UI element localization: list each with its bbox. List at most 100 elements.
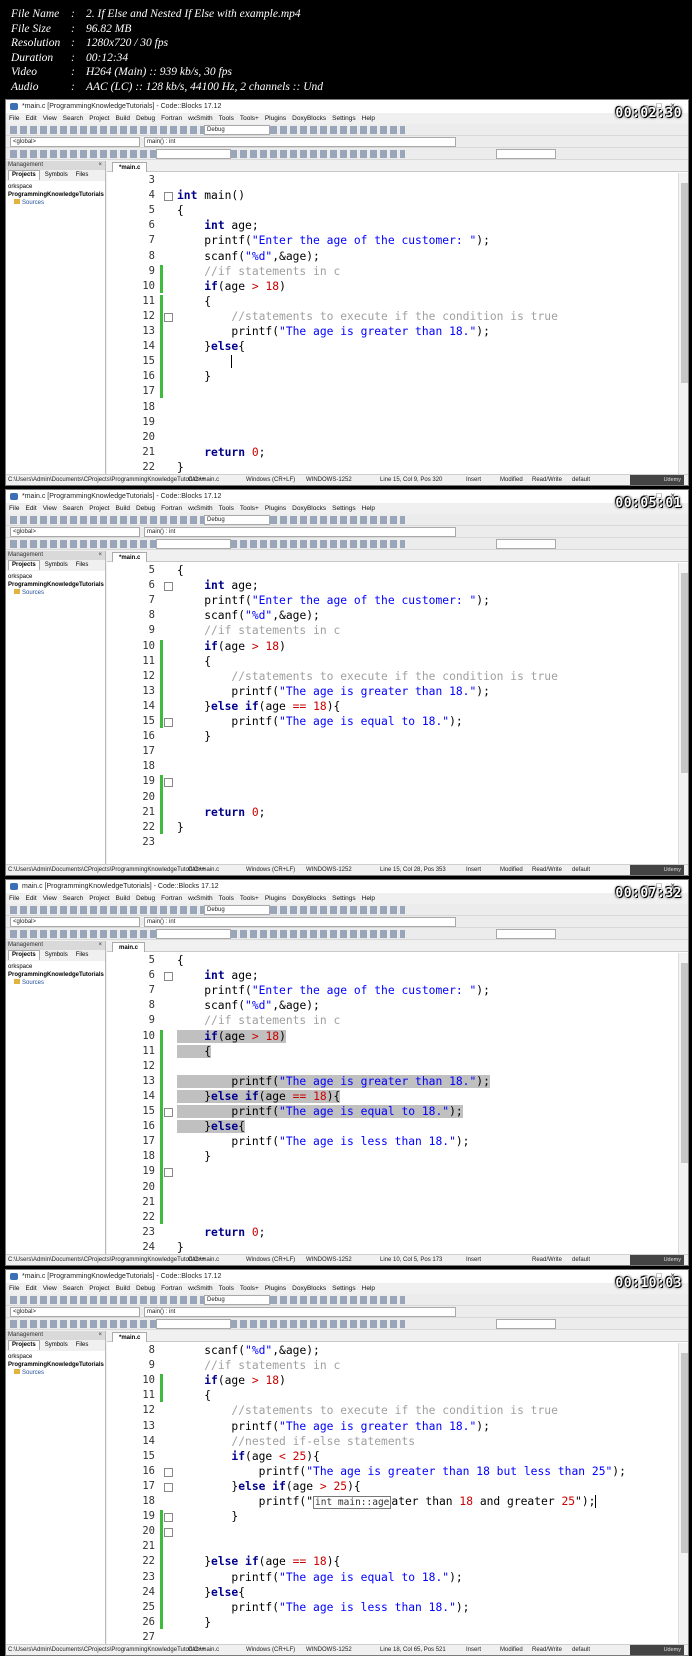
jump-field[interactable] [496,929,556,939]
project-node[interactable]: ProgrammingKnowledgeTutorials [8,1361,104,1369]
tab-projects[interactable]: Projects [8,1340,40,1350]
build-target-select[interactable]: Debug [204,1295,270,1305]
close-icon[interactable]: × [98,1331,102,1340]
fold-marker-icon[interactable] [164,1467,173,1477]
menu-item[interactable]: Debug [136,503,155,514]
menu-item[interactable]: Search [63,1283,84,1294]
menu-item[interactable]: Search [63,113,84,124]
tab-files[interactable]: Files [73,170,92,181]
menu-item[interactable]: Tools+ [240,113,259,124]
menu-item[interactable]: Plugins [265,1283,286,1294]
menu-item[interactable]: Edit [25,893,36,904]
tab-symbols[interactable]: Symbols [42,560,71,571]
menu-item[interactable]: Project [89,503,109,514]
search-field[interactable] [156,149,231,159]
fold-marker-icon[interactable] [164,1108,173,1117]
vertical-scrollbar[interactable] [678,953,688,1256]
menu-item[interactable]: wxSmith [188,893,213,904]
workspace-node[interactable]: orkspace [8,1353,103,1361]
jump-field[interactable] [496,1319,556,1329]
menu-item[interactable]: DoxyBlocks [292,893,326,904]
fold-marker-icon[interactable] [164,1513,173,1523]
code-area[interactable]: 5 {6 int age; 7 printf("Enter the age of t… [107,563,677,866]
fold-marker-icon[interactable] [164,718,173,727]
vertical-scrollbar[interactable] [678,563,688,866]
build-target-select[interactable]: Debug [204,515,270,525]
jump-field[interactable] [496,149,556,159]
menu-item[interactable]: Settings [332,503,356,514]
menu-item[interactable]: Plugins [265,893,286,904]
menu-item[interactable]: DoxyBlocks [292,503,326,514]
menu-item[interactable]: wxSmith [188,1283,213,1294]
menu-item[interactable]: Debug [136,1283,155,1294]
menu-item[interactable]: View [43,503,57,514]
search-field[interactable] [156,1319,231,1329]
search-field[interactable] [156,929,231,939]
menu-item[interactable]: Help [362,503,375,514]
scrollbar-thumb[interactable] [681,573,688,773]
menu-item[interactable]: File [9,503,19,514]
function-select[interactable]: main() : int [144,1307,456,1317]
fold-marker-icon[interactable] [164,1482,173,1492]
code-area[interactable]: 8 scanf("%d",&age); 9 //if statements in … [107,1343,677,1646]
menu-item[interactable]: Plugins [265,113,286,124]
menu-item[interactable]: Tools [219,893,234,904]
scope-select[interactable]: <global> [10,917,140,927]
menu-item[interactable]: View [43,113,57,124]
search-field[interactable] [156,539,231,549]
fold-marker-icon[interactable] [164,1528,173,1538]
tab-files[interactable]: Files [73,1340,92,1351]
menu-item[interactable]: wxSmith [188,503,213,514]
menu-item[interactable]: Debug [136,113,155,124]
tab-projects[interactable]: Projects [8,950,40,960]
fold-marker-icon[interactable] [164,778,173,788]
menu-item[interactable]: DoxyBlocks [292,113,326,124]
menu-item[interactable]: Help [362,1283,375,1294]
scrollbar-thumb[interactable] [681,183,688,383]
menu-item[interactable]: Plugins [265,503,286,514]
workspace-node[interactable]: orkspace [8,963,103,971]
menu-item[interactable]: Help [362,113,375,124]
menu-item[interactable]: Tools [219,503,234,514]
menu-item[interactable]: Search [63,893,84,904]
file-tab[interactable]: main.c [112,942,146,952]
menu-item[interactable]: Project [89,893,109,904]
tab-symbols[interactable]: Symbols [42,170,71,181]
close-icon[interactable]: × [98,551,102,560]
function-select[interactable]: main() : int [144,527,456,537]
workspace-node[interactable]: orkspace [8,573,103,581]
file-tab[interactable]: *main.c [112,1332,148,1342]
menu-item[interactable]: File [9,893,19,904]
fold-marker-icon[interactable] [164,312,173,322]
tab-files[interactable]: Files [73,950,92,961]
menu-item[interactable]: Fortran [161,503,182,514]
scope-select[interactable]: <global> [10,1307,140,1317]
menu-item[interactable]: wxSmith [188,113,213,124]
menu-item[interactable]: Fortran [161,893,182,904]
menu-item[interactable]: DoxyBlocks [292,1283,326,1294]
fold-marker-icon[interactable] [164,972,173,982]
build-target-select[interactable]: Debug [204,125,270,135]
menu-item[interactable]: Project [89,113,109,124]
fold-marker-icon[interactable] [164,1168,173,1178]
menu-item[interactable]: Settings [332,1283,356,1294]
menu-item[interactable]: Tools+ [240,1283,259,1294]
close-icon[interactable]: × [98,941,102,950]
tab-symbols[interactable]: Symbols [42,1340,71,1351]
scrollbar-thumb[interactable] [681,1353,688,1553]
menu-item[interactable]: Help [362,893,375,904]
close-icon[interactable]: × [98,161,102,170]
workspace-node[interactable]: orkspace [8,183,103,191]
file-tab[interactable]: *main.c [112,552,148,562]
menu-item[interactable]: Build [116,1283,130,1294]
sources-folder[interactable]: Sources [8,589,103,597]
code-area[interactable]: 3 4 int main() 5 {6 int age; 7 printf("Enter … [107,173,677,476]
menu-item[interactable]: Tools [219,1283,234,1294]
menu-item[interactable]: Tools+ [240,893,259,904]
menu-item[interactable]: View [43,1283,57,1294]
menu-item[interactable]: Build [116,893,130,904]
menu-item[interactable]: Edit [25,1283,36,1294]
project-node[interactable]: ProgrammingKnowledgeTutorials [8,581,104,589]
sources-folder[interactable]: Sources [8,979,103,987]
menu-item[interactable]: Edit [25,113,36,124]
